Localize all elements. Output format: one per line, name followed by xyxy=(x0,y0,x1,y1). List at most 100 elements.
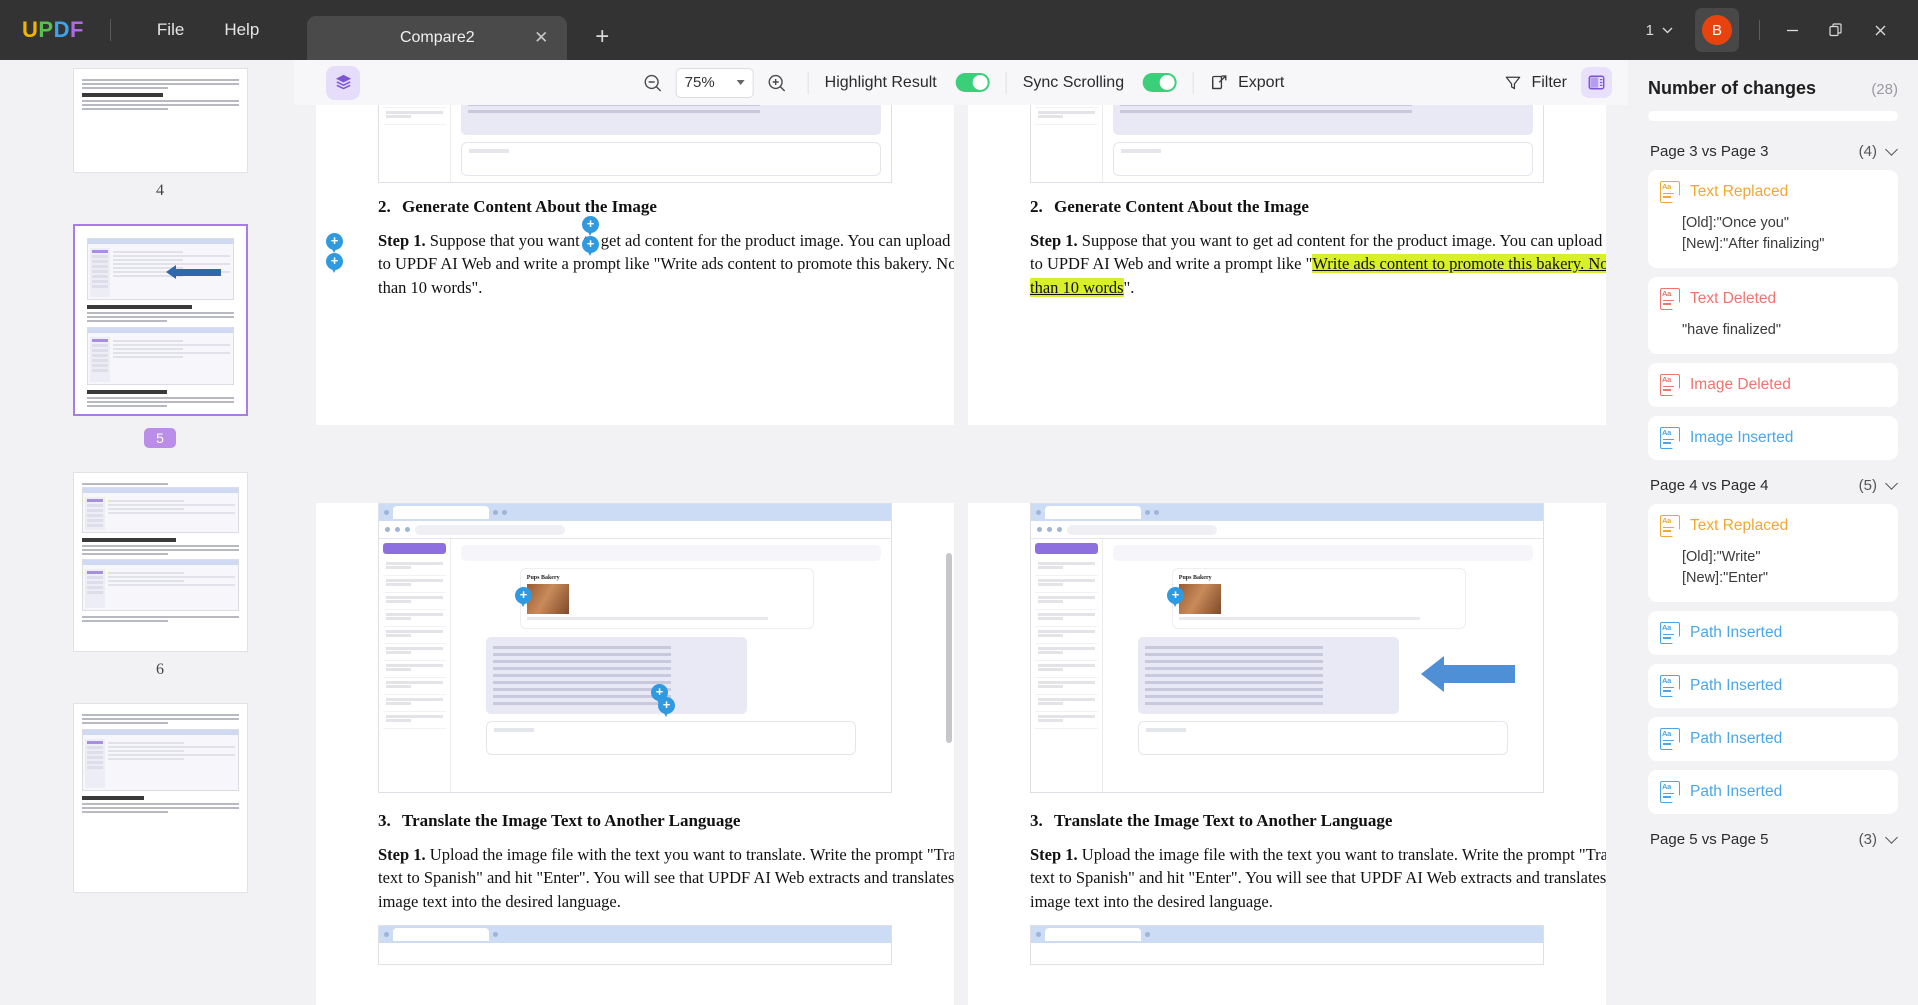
menu-help[interactable]: Help xyxy=(204,14,279,46)
highlight-result-toggle[interactable]: Highlight Result xyxy=(825,73,990,92)
document-tab-compare2[interactable]: Compare2 ✕ xyxy=(307,16,567,60)
chevron-down-icon[interactable] xyxy=(1885,477,1898,490)
change-group-header[interactable]: Page 5 vs Page 5 (3) xyxy=(1648,823,1898,858)
paragraph-line-1: Suppose that you want to get ad content … xyxy=(1078,231,1606,250)
filter-button[interactable]: Filter xyxy=(1504,74,1567,92)
change-group-count: (5) xyxy=(1859,477,1877,494)
sync-scrolling-label: Sync Scrolling xyxy=(1023,74,1124,92)
heading-text: Translate the Image Text to Another Lang… xyxy=(1054,811,1392,830)
document-pane-right[interactable]: 2.Generate Content About the Image Step … xyxy=(968,105,1606,1005)
thumbnail-page-preview[interactable] xyxy=(73,68,248,173)
export-button[interactable]: Export xyxy=(1210,73,1284,92)
step-label: Step 1. xyxy=(378,231,426,250)
thumbnail-item-active[interactable]: 5 xyxy=(26,224,294,472)
logo-letter-f: F xyxy=(70,17,84,43)
change-marker[interactable]: + xyxy=(515,587,532,604)
page-count-dropdown[interactable]: 1 xyxy=(1638,16,1681,45)
thumbnail-item[interactable] xyxy=(26,703,294,893)
zoom-in-icon[interactable] xyxy=(762,68,792,98)
avatar: B xyxy=(1702,15,1732,45)
pane-scrollbar[interactable] xyxy=(946,553,952,743)
changes-list[interactable]: Page 3 vs Page 3 (4) Aa ↻ Text Replaced … xyxy=(1628,135,1918,1005)
change-type-label: Path Inserted xyxy=(1690,624,1782,642)
change-type-label: Path Inserted xyxy=(1690,730,1782,748)
highlighted-change-text: Write ads content to promote this bakery… xyxy=(1312,254,1606,273)
window-restore-button[interactable] xyxy=(1816,12,1856,48)
embedded-screenshot xyxy=(1030,925,1544,965)
thumbnail-page-preview[interactable] xyxy=(73,472,248,652)
zoom-level-select[interactable]: 75% xyxy=(676,68,754,98)
layers-icon[interactable] xyxy=(326,66,360,100)
divider xyxy=(110,19,111,41)
change-card[interactable]: Aa + Path Inserted xyxy=(1648,664,1898,708)
heading-text: Translate the Image Text to Another Lang… xyxy=(402,811,740,830)
embedded-screenshot xyxy=(1030,105,1544,183)
change-card[interactable]: Aa + Path Inserted xyxy=(1648,611,1898,655)
change-card[interactable]: Aa ↻ Text Replaced [Old]:"Write" [New]:"… xyxy=(1648,504,1898,602)
step-label: Step 1. xyxy=(1030,845,1078,864)
change-type-label: Text Deleted xyxy=(1690,290,1776,308)
export-icon xyxy=(1210,73,1229,92)
thumbnail-item[interactable]: 6 xyxy=(26,472,294,703)
inserted-path-arrow xyxy=(1443,665,1515,683)
thumbnail-item[interactable]: 4 xyxy=(26,68,294,224)
change-marker[interactable]: + xyxy=(658,697,675,714)
change-marker[interactable]: + xyxy=(326,233,343,250)
page-card: Pups Bakery + + xyxy=(316,503,954,1005)
change-type-label: Path Inserted xyxy=(1690,677,1782,695)
menu-file[interactable]: File xyxy=(137,14,204,46)
account-button[interactable]: B xyxy=(1695,8,1739,52)
page-card: Pups Bakery + xyxy=(968,503,1606,1005)
change-card[interactable]: Aa + Path Inserted xyxy=(1648,717,1898,761)
toggle-switch[interactable] xyxy=(956,73,990,92)
thumbnail-sidebar[interactable]: 4 xyxy=(26,60,294,1005)
left-rail xyxy=(0,60,26,1005)
changes-search-input[interactable] xyxy=(1648,111,1898,121)
toolbar-right-group: Filter xyxy=(1504,67,1612,98)
change-group-header[interactable]: Page 3 vs Page 3 (4) xyxy=(1648,135,1898,170)
change-group-label: Page 3 vs Page 3 xyxy=(1650,143,1768,160)
change-card[interactable]: Aa ✕ Image Deleted xyxy=(1648,363,1898,407)
change-marker[interactable]: + xyxy=(1167,587,1184,604)
toggle-switch[interactable] xyxy=(1143,73,1177,92)
sync-scrolling-toggle[interactable]: Sync Scrolling xyxy=(1023,73,1177,92)
change-card[interactable]: Aa ✕ Text Deleted "have finalized" xyxy=(1648,277,1898,354)
change-card[interactable]: Aa + Image Inserted xyxy=(1648,416,1898,460)
document-paragraph-3-line3: image text into the desired language. xyxy=(378,890,892,913)
thumbnail-page-preview[interactable] xyxy=(73,703,248,893)
change-group-count: (4) xyxy=(1859,143,1877,160)
embedded-screenshot xyxy=(378,105,892,183)
document-paragraph-3-line2: text to Spanish" and hit "Enter". You wi… xyxy=(378,866,892,889)
tab-close-icon[interactable]: ✕ xyxy=(531,28,551,48)
paragraph-line-1: Suppose that you want to get ad content … xyxy=(426,231,954,250)
change-card[interactable]: Aa ↻ Text Replaced [Old]:"Once you" [New… xyxy=(1648,170,1898,268)
document-paragraph-3-line3: image text into the desired language. xyxy=(1030,890,1544,913)
window-close-button[interactable] xyxy=(1860,12,1900,48)
text-replaced-icon: Aa ↻ xyxy=(1660,181,1680,203)
change-group-header[interactable]: Page 4 vs Page 4 (5) xyxy=(1648,469,1898,504)
change-marker[interactable]: + xyxy=(326,253,343,270)
new-tab-icon[interactable]: + xyxy=(589,24,615,50)
paragraph-text: to UPDF AI Web and write a prompt like " xyxy=(1030,254,1312,273)
thumbnail-number: 6 xyxy=(156,661,164,679)
zoom-out-icon[interactable] xyxy=(638,68,668,98)
thumbnail-page-preview[interactable] xyxy=(73,224,248,416)
changes-total-count: (28) xyxy=(1871,81,1898,98)
chevron-down-icon[interactable] xyxy=(1885,831,1898,844)
window-minimize-button[interactable] xyxy=(1772,12,1812,48)
text-replaced-icon: Aa ↻ xyxy=(1660,515,1680,537)
thumbnail-number: 5 xyxy=(144,428,176,448)
document-paragraph-2: Step 1. Suppose that you want to get ad … xyxy=(378,229,892,252)
side-panel-icon[interactable] xyxy=(1581,67,1612,98)
viewer-toolbar: 75% Highlight Result Sync Scrolling xyxy=(294,60,1628,105)
divider xyxy=(1193,72,1194,94)
chevron-down-icon[interactable] xyxy=(1885,143,1898,156)
titlebar-right: 1 B xyxy=(1638,0,1900,60)
change-marker[interactable]: + xyxy=(582,216,599,233)
change-detail: "have finalized" xyxy=(1660,310,1886,343)
document-pane-left[interactable]: 2.Generate Content About the Image Step … xyxy=(316,105,954,1005)
heading-text: Generate Content About the Image xyxy=(1054,197,1309,216)
change-card[interactable]: Aa + Path Inserted xyxy=(1648,770,1898,814)
heading-number: 2. xyxy=(1030,197,1054,217)
change-marker[interactable]: + xyxy=(582,236,599,253)
